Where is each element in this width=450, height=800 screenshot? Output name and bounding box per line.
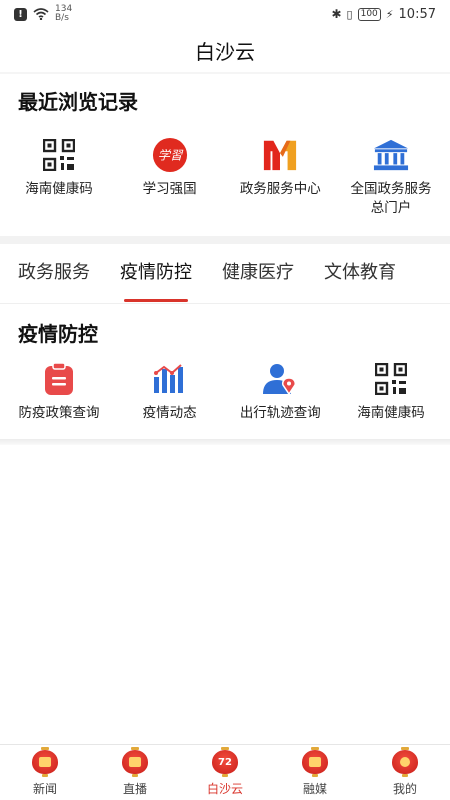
recent-grid: 海南健康码 学習 学习强国 政务服务中心 全国政务服务总门户 (0, 115, 450, 236)
status-right: ✱ ▯ 100 ⚡ 10:57 (331, 7, 436, 22)
recent-item-label: 全国政务服务总门户 (350, 181, 432, 216)
nav-media[interactable]: 融媒 (275, 745, 355, 797)
person-location-icon (262, 361, 298, 397)
recent-item-health-code[interactable]: 海南健康码 (4, 137, 114, 218)
tab-epidemic-prevention[interactable]: 疫情防控 (120, 244, 192, 303)
bar-chart-icon (152, 361, 188, 397)
nav-live[interactable]: 直播 (95, 745, 175, 797)
bluetooth-icon: ✱ (331, 7, 342, 21)
epidemic-item-label: 出行轨迹查询 (239, 405, 321, 421)
epidemic-item-health-code[interactable]: 海南健康码 (336, 361, 446, 423)
network-speed-unit: B/s (55, 13, 69, 23)
epidemic-item-policy-query[interactable]: 防疫政策查询 (4, 361, 114, 423)
nav-baishayun[interactable]: 72 白沙云 (185, 745, 265, 797)
section-bottom-edge (0, 439, 450, 445)
bottom-nav: 新闻 直播 72 白沙云 融媒 我的 (0, 744, 450, 800)
nav-news[interactable]: 新闻 (5, 745, 85, 797)
profile-lantern-icon (392, 747, 418, 777)
recent-item-national-gov-portal[interactable]: 全国政务服务总门户 (336, 137, 446, 218)
vibrate-icon: ▯ (346, 7, 353, 21)
svg-text:学習: 学習 (157, 149, 183, 163)
government-service-logo (262, 137, 298, 173)
recent-item-gov-service-center[interactable]: 政务服务中心 (225, 137, 335, 218)
recent-section-title: 最近浏览记录 (18, 90, 138, 114)
nav-label: 新闻 (32, 782, 57, 796)
clipboard-icon (41, 361, 77, 397)
nav-label: 我的 (392, 782, 417, 796)
qr-code-icon (373, 361, 409, 397)
app-header: 白沙云 (0, 28, 450, 72)
network-speed: 134 B/s (55, 5, 72, 23)
clock: 10:57 (398, 6, 436, 22)
section-separator (0, 236, 450, 244)
nav-label: 直播 (122, 782, 147, 796)
wifi-icon (33, 8, 49, 20)
notification-alert-icon: ! (14, 7, 27, 21)
tab-culture-education[interactable]: 文体教育 (324, 244, 396, 303)
epidemic-item-label: 疫情动态 (142, 405, 197, 421)
category-tabs: 政务服务 疫情防控 健康医疗 文体教育 (0, 244, 450, 304)
epidemic-item-travel-track[interactable]: 出行轨迹查询 (225, 361, 335, 423)
status-bar: ! 134 B/s ✱ ▯ 100 ⚡ 10:57 (0, 0, 450, 28)
recent-item-label: 学习强国 (142, 181, 197, 197)
xuexi-qiangguo-logo: 学習 (152, 137, 188, 173)
epidemic-item-dynamics[interactable]: 疫情动态 (115, 361, 225, 423)
tab-health-medical[interactable]: 健康医疗 (222, 244, 294, 303)
charging-icon: ⚡ (385, 7, 394, 21)
live-lantern-icon (122, 747, 148, 777)
epidemic-item-label: 海南健康码 (357, 405, 425, 421)
nav-label: 融媒 (302, 782, 327, 796)
epidemic-grid: 防疫政策查询 疫情动态 出行轨迹查询 海南健康码 (0, 347, 450, 439)
nav-badge: 72 (218, 756, 232, 768)
recent-item-xuexi[interactable]: 学習 学习强国 (115, 137, 225, 218)
page-title: 白沙云 (195, 39, 255, 64)
media-lantern-icon (302, 747, 328, 777)
recent-item-label: 海南健康码 (25, 181, 93, 197)
epidemic-section: 疫情防控 防疫政策查询 疫情动态 出行轨迹查询 海南健康码 (0, 304, 450, 439)
recent-section: 最近浏览记录 海南健康码 学習 学习强国 政务服务中心 全国政务服务总门户 (0, 74, 450, 236)
government-building-icon (373, 137, 409, 173)
epidemic-item-label: 防疫政策查询 (18, 405, 100, 421)
baishayun-lantern-icon: 72 (212, 747, 238, 777)
nav-label: 白沙云 (206, 782, 243, 796)
recent-item-label: 政务服务中心 (239, 181, 321, 197)
news-lantern-icon (32, 747, 58, 777)
epidemic-section-title: 疫情防控 (18, 322, 98, 346)
status-left: ! 134 B/s (14, 5, 72, 23)
tab-government-service[interactable]: 政务服务 (18, 244, 90, 303)
nav-mine[interactable]: 我的 (365, 745, 445, 797)
battery-indicator: 100 (357, 7, 381, 21)
qr-code-icon (41, 137, 77, 173)
